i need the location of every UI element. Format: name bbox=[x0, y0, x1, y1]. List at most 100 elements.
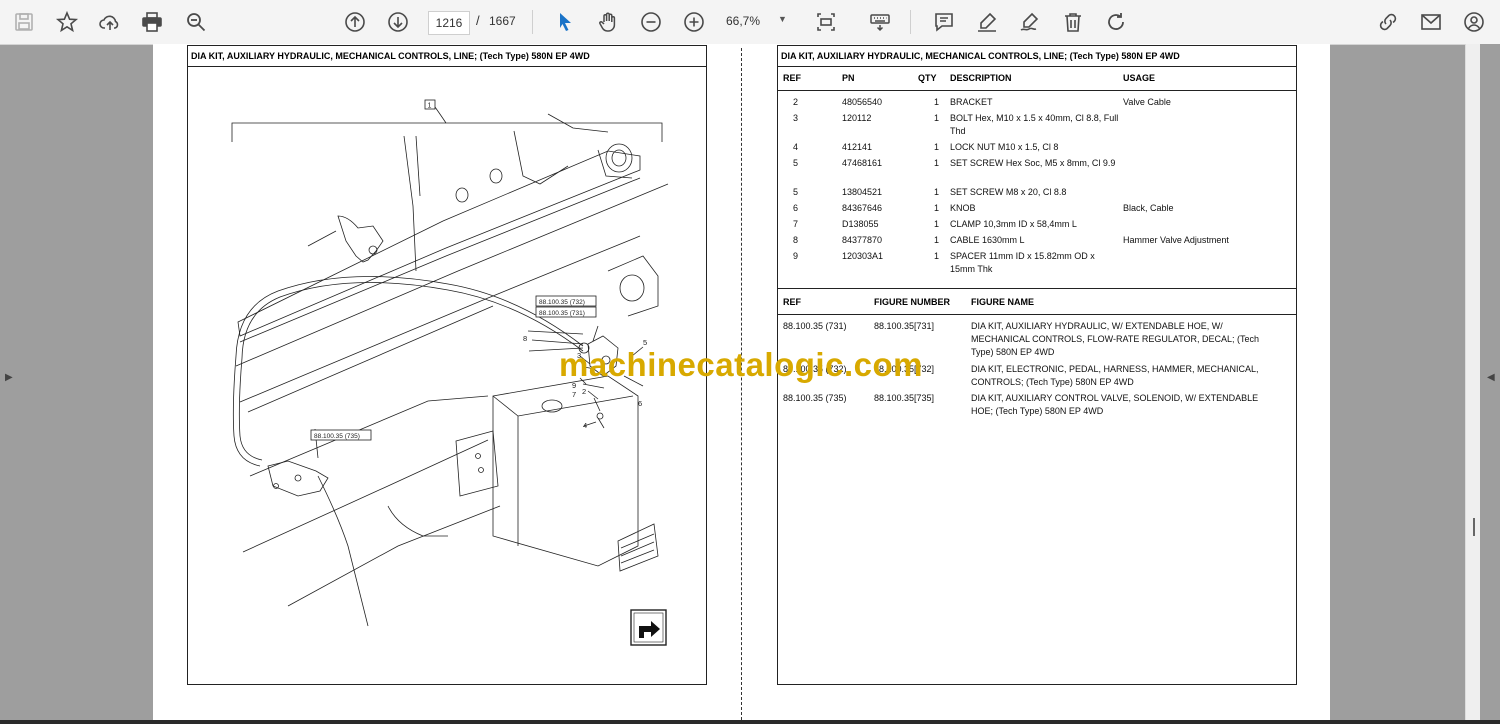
upload-cloud-icon[interactable] bbox=[96, 8, 124, 36]
hand-tool-icon[interactable] bbox=[594, 8, 622, 36]
cell-ref: 9 bbox=[793, 251, 799, 261]
cell-ref: 6 bbox=[793, 203, 799, 213]
cell-qty: 1 bbox=[934, 158, 940, 168]
cell-qty: 1 bbox=[934, 113, 940, 123]
return-navigation-icon[interactable] bbox=[630, 609, 667, 646]
callout-number: 2 bbox=[582, 387, 586, 396]
cell-pn: D138055 bbox=[842, 219, 879, 229]
cell-figure-number[interactable]: 88.100.35[731] bbox=[874, 320, 934, 333]
right-tools-tray bbox=[1479, 44, 1500, 724]
cell-pn: 120303A1 bbox=[842, 251, 884, 261]
cell-pn: 84367646 bbox=[842, 203, 883, 213]
zoom-search-icon[interactable] bbox=[182, 8, 210, 36]
col-header-description: DESCRIPTION bbox=[950, 73, 1012, 83]
cell-qty: 1 bbox=[934, 251, 940, 261]
cell-pn: 412141 bbox=[842, 142, 873, 152]
comment-icon[interactable] bbox=[930, 8, 958, 36]
prev-page-icon[interactable] bbox=[341, 8, 369, 36]
cell-description: KNOB bbox=[950, 203, 976, 213]
figure-ref-label: 88.100.35 (735) bbox=[314, 433, 360, 440]
rotate-redo-icon[interactable] bbox=[1102, 8, 1130, 36]
cell-figure-name: DIA KIT, ELECTRONIC, PEDAL, HARNESS, HAM… bbox=[971, 364, 1259, 387]
cell-ref: 8 bbox=[793, 235, 799, 245]
parts-panel-title: DIA KIT, AUXILIARY HYDRAULIC, MECHANICAL… bbox=[778, 46, 1296, 67]
account-user-icon[interactable] bbox=[1460, 8, 1488, 36]
cell-description: SET SCREW M8 x 20, Cl 8.8 bbox=[950, 187, 1067, 197]
cell-qty: 1 bbox=[934, 219, 940, 229]
page-total: 1667 bbox=[489, 14, 516, 28]
col-header-ref: REF bbox=[783, 73, 801, 83]
email-envelope-icon[interactable] bbox=[1417, 8, 1445, 36]
cell-description: CABLE 1630mm L bbox=[950, 235, 1025, 245]
cell-fig-ref: 88.100.35 (731) bbox=[783, 321, 847, 331]
cell-figure-number[interactable]: 88.100.35[735] bbox=[874, 392, 934, 405]
right-panel-toggle-icon[interactable]: ◀ bbox=[1487, 372, 1495, 383]
vertical-scrollbar[interactable] bbox=[1465, 44, 1480, 724]
col-header-fig-ref: REF bbox=[783, 297, 801, 307]
toolbar-divider bbox=[532, 10, 533, 34]
zoom-level-select[interactable]: 66,7% bbox=[726, 14, 760, 28]
chevron-down-icon[interactable]: ▼ bbox=[778, 14, 787, 24]
zoom-out-icon[interactable] bbox=[637, 8, 665, 36]
cell-fig-ref: 88.100.35 (735) bbox=[783, 393, 847, 403]
delete-trash-icon[interactable] bbox=[1059, 8, 1087, 36]
zoom-in-icon[interactable] bbox=[680, 8, 708, 36]
table-header-rule bbox=[778, 90, 1296, 91]
figure-ref-label: 88.100.35 (732) bbox=[539, 299, 585, 306]
highlight-pen-icon[interactable] bbox=[973, 8, 1001, 36]
col-header-figure-number: FIGURE NUMBER bbox=[874, 297, 950, 307]
cell-description: SET SCREW Hex Soc, M5 x 8mm, Cl 9.9 bbox=[950, 158, 1116, 168]
cell-description: CLAMP 10,3mm ID x 58,4mm L bbox=[950, 219, 1077, 229]
save-icon[interactable] bbox=[10, 8, 38, 36]
cell-pn: 13804521 bbox=[842, 187, 883, 197]
cell-ref: 3 bbox=[793, 113, 799, 123]
toolbar-divider bbox=[910, 10, 911, 34]
callout-number: 7 bbox=[572, 390, 576, 399]
share-link-icon[interactable] bbox=[1374, 8, 1402, 36]
cell-pn: 84377870 bbox=[842, 235, 883, 245]
callout-label: 1 bbox=[428, 103, 432, 110]
cell-description: BRACKET bbox=[950, 97, 993, 107]
cell-ref: 7 bbox=[793, 219, 799, 229]
col-header-qty: QTY bbox=[918, 73, 937, 83]
cell-pn: 120112 bbox=[842, 113, 872, 123]
callout-number: 6 bbox=[638, 399, 642, 408]
taskbar-strip bbox=[0, 720, 1500, 724]
cell-ref: 5 bbox=[793, 187, 799, 197]
cell-usage: Valve Cable bbox=[1123, 97, 1171, 107]
viewer-toolbar: 1216 / 1667 66,7% ▼ bbox=[0, 0, 1500, 45]
cell-pn: 48056540 bbox=[842, 97, 883, 107]
cell-qty: 1 bbox=[934, 203, 940, 213]
bookmark-star-icon[interactable] bbox=[53, 8, 81, 36]
watermark: machinecatalogic.com bbox=[559, 346, 923, 383]
cell-qty: 1 bbox=[934, 97, 940, 107]
cell-ref: 4 bbox=[793, 142, 799, 152]
cell-ref: 2 bbox=[793, 97, 799, 107]
col-header-usage: USAGE bbox=[1123, 73, 1156, 83]
next-page-icon[interactable] bbox=[384, 8, 412, 36]
cell-qty: 1 bbox=[934, 187, 940, 197]
keyboard-icon[interactable] bbox=[866, 8, 894, 36]
cell-usage: Black, Cable bbox=[1123, 203, 1174, 213]
table-header-rule bbox=[778, 314, 1296, 315]
col-header-pn: PN bbox=[842, 73, 855, 83]
figure-ref-label: 88.100.35 (731) bbox=[539, 310, 585, 317]
cell-description: BOLT Hex, M10 x 1.5 x 40mm, Cl 8.8, Full… bbox=[950, 113, 1119, 136]
page-separator: / bbox=[476, 13, 480, 28]
cell-qty: 1 bbox=[934, 235, 940, 245]
cell-pn: 47468161 bbox=[842, 158, 883, 168]
select-cursor-icon[interactable] bbox=[551, 8, 579, 36]
callout-number: 8 bbox=[523, 334, 527, 343]
cell-figure-name: DIA KIT, AUXILIARY HYDRAULIC, W/ EXTENDA… bbox=[971, 321, 1260, 357]
page-number-input[interactable]: 1216 bbox=[428, 11, 470, 35]
print-icon[interactable] bbox=[138, 8, 166, 36]
cell-description: LOCK NUT M10 x 1.5, Cl 8 bbox=[950, 142, 1059, 152]
callout-number: 4 bbox=[583, 421, 587, 430]
fit-page-icon[interactable] bbox=[812, 8, 840, 36]
left-panel-toggle-icon[interactable]: ▶ bbox=[5, 372, 13, 383]
table-section-rule bbox=[778, 288, 1296, 289]
scrollbar-thumb[interactable] bbox=[1473, 518, 1475, 536]
draw-sign-icon[interactable] bbox=[1016, 8, 1044, 36]
cell-ref: 5 bbox=[793, 158, 799, 168]
page-spread-divider bbox=[741, 48, 742, 720]
